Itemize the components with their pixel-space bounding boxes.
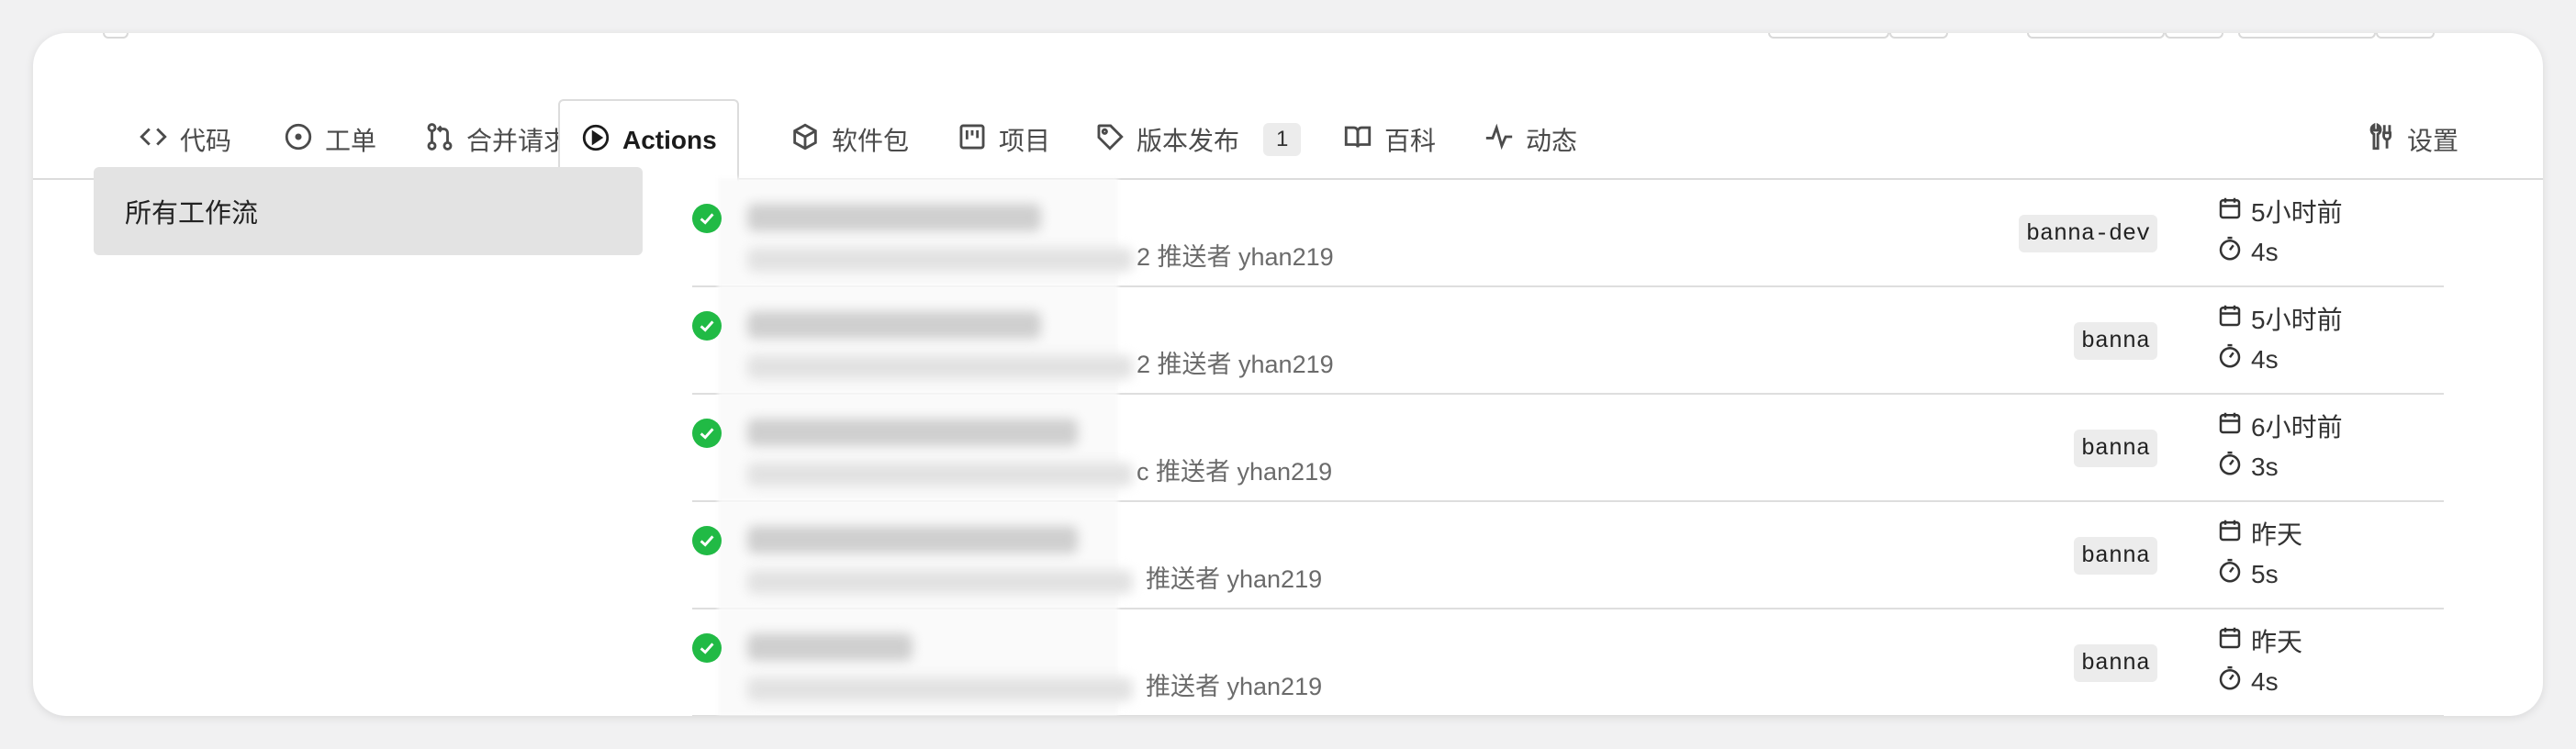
run-duration: 4s: [2216, 665, 2279, 699]
tab-label: 项目: [999, 127, 1051, 155]
stopwatch-icon: [2216, 235, 2244, 269]
branch-badge[interactable]: banna: [2073, 537, 2157, 575]
redacted-run-meta: [747, 570, 1133, 594]
tab-label: 设置: [2407, 127, 2459, 155]
tab-label: 代码: [180, 127, 232, 155]
branch-badge[interactable]: banna: [2073, 430, 2157, 467]
run-time-text: 昨天: [2251, 520, 2303, 549]
redacted-run-title: [747, 633, 913, 661]
branch-badge[interactable]: banna: [2073, 644, 2157, 682]
tab-label: 版本发布: [1137, 127, 1240, 155]
tab-settings[interactable]: 设置: [2345, 99, 2479, 180]
redacted-run-meta: [747, 463, 1133, 486]
redacted-run-meta: [747, 248, 1133, 272]
branch-badge[interactable]: banna: [2073, 322, 2157, 360]
tag-icon: [1094, 121, 1126, 159]
redacted-run-meta: [747, 677, 1133, 701]
tab-packages[interactable]: 软件包: [769, 99, 929, 180]
success-status-icon: [692, 526, 722, 555]
calendar-icon: [2216, 302, 2244, 336]
run-time: 6小时前: [2216, 408, 2343, 444]
repo-tab-bar: 代码 工单 合并请求 Actions 软件包 项目 版本发布 1 百科 动态 设…: [33, 66, 2543, 182]
tab-label: 百科: [1384, 127, 1437, 155]
run-time: 昨天: [2216, 622, 2302, 659]
run-time: 昨天: [2216, 515, 2302, 552]
success-status-icon: [692, 204, 722, 233]
repo-window: 代码 工单 合并请求 Actions 软件包 项目 版本发布 1 百科 动态 设…: [33, 33, 2543, 716]
tab-releases[interactable]: 版本发布 1: [1074, 99, 1321, 180]
redacted-run-title: [747, 311, 1041, 339]
code-icon: [138, 121, 169, 159]
redacted-run-title: [747, 204, 1041, 231]
run-pusher-text: 推送者 yhan219: [1146, 673, 1323, 700]
tab-projects[interactable]: 项目: [936, 99, 1070, 180]
run-duration-text: 3s: [2251, 452, 2279, 481]
branch-badge[interactable]: banna-dev: [2018, 215, 2157, 252]
success-status-icon: [692, 633, 722, 663]
redacted-run-title: [747, 419, 1078, 446]
run-duration-text: 4s: [2251, 666, 2279, 696]
stopwatch-icon: [2216, 450, 2244, 484]
sidebar-item-all-workflows[interactable]: 所有工作流: [94, 167, 643, 255]
stopwatch-icon: [2216, 665, 2244, 699]
tab-wiki[interactable]: 百科: [1322, 99, 1456, 180]
watch-button[interactable]: [1768, 33, 1889, 39]
package-icon: [790, 121, 821, 159]
book-icon: [1342, 121, 1373, 159]
sidebar-item-label: 所有工作流: [125, 199, 259, 229]
issue-icon: [283, 121, 314, 159]
fork-count[interactable]: [2376, 33, 2435, 39]
workflow-runs-list: 2 推送者 yhan219 banna-dev 5小时前 4s 2 推送者 yh…: [692, 178, 2444, 716]
watch-count[interactable]: [1889, 33, 1948, 39]
list-item[interactable]: 推送者 yhan219 banna 昨天 5s: [692, 500, 2444, 609]
list-item[interactable]: 推送者 yhan219 banna 昨天 4s: [692, 608, 2444, 716]
star-button[interactable]: [2027, 33, 2165, 39]
run-time: 5小时前: [2216, 300, 2343, 337]
run-duration: 4s: [2216, 342, 2279, 376]
list-item[interactable]: 2 推送者 yhan219 banna 5小时前 4s: [692, 285, 2444, 395]
release-count-badge: 1: [1263, 123, 1302, 156]
list-item[interactable]: 2 推送者 yhan219 banna-dev 5小时前 4s: [692, 178, 2444, 287]
top-button-edge: [103, 33, 129, 39]
pulse-icon: [1484, 121, 1515, 159]
run-time-text: 6小时前: [2251, 413, 2343, 442]
tab-label: 工单: [325, 127, 377, 155]
redacted-run-meta: [747, 355, 1133, 379]
run-duration: 3s: [2216, 450, 2279, 484]
stopwatch-icon: [2216, 342, 2244, 376]
run-duration-text: 4s: [2251, 237, 2279, 266]
tab-label: 软件包: [832, 127, 910, 155]
run-pusher-text: 推送者 yhan219: [1146, 565, 1323, 593]
list-item[interactable]: c 推送者 yhan219 banna 6小时前 3s: [692, 393, 2444, 502]
run-pusher-text: c 推送者 yhan219: [1137, 458, 1333, 486]
run-time-text: 昨天: [2251, 628, 2303, 656]
calendar-icon: [2216, 517, 2244, 551]
tab-label: 合并请求: [466, 127, 570, 155]
run-duration-text: 4s: [2251, 344, 2279, 374]
tab-activity[interactable]: 动态: [1463, 99, 1597, 180]
run-duration: 4s: [2216, 235, 2279, 269]
tools-icon: [2365, 121, 2396, 159]
run-time-text: 5小时前: [2251, 306, 2343, 334]
star-count[interactable]: [2165, 33, 2223, 39]
run-duration-text: 5s: [2251, 559, 2279, 588]
play-icon: [580, 122, 611, 160]
success-status-icon: [692, 311, 722, 341]
run-time-text: 5小时前: [2251, 198, 2343, 227]
tab-label: 动态: [1526, 127, 1578, 155]
run-time: 5小时前: [2216, 193, 2343, 229]
run-pusher-text: 2 推送者 yhan219: [1137, 243, 1334, 271]
stopwatch-icon: [2216, 557, 2244, 591]
calendar-icon: [2216, 624, 2244, 658]
pull-request-icon: [424, 121, 455, 159]
run-duration: 5s: [2216, 557, 2279, 591]
tab-label: Actions: [622, 126, 717, 154]
redacted-run-title: [747, 526, 1078, 553]
project-icon: [957, 121, 988, 159]
calendar-icon: [2216, 409, 2244, 443]
fork-button[interactable]: [2238, 33, 2376, 39]
calendar-icon: [2216, 195, 2244, 229]
success-status-icon: [692, 419, 722, 448]
run-pusher-text: 2 推送者 yhan219: [1137, 351, 1334, 378]
